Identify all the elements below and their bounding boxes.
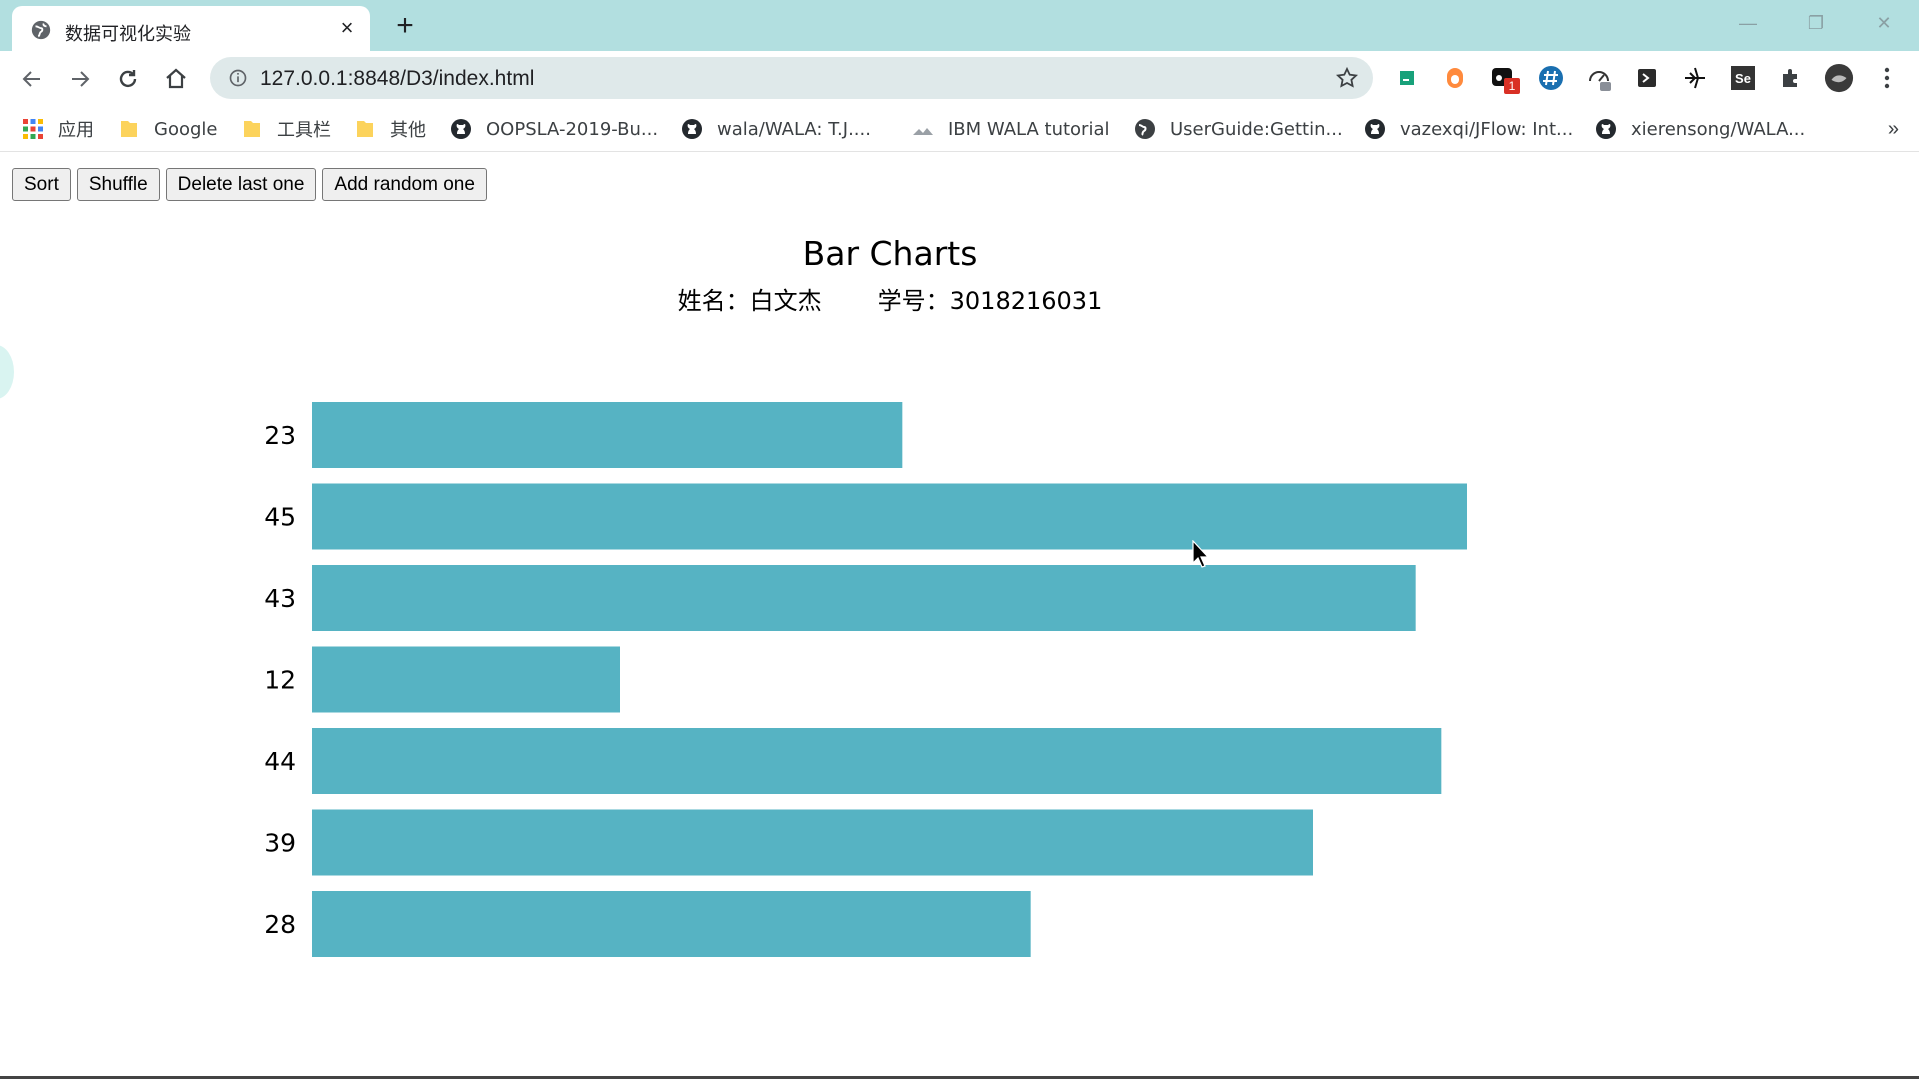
selenium-label: Se [1731,66,1755,90]
bookmark-google[interactable]: Google [118,114,217,144]
github-icon [1365,119,1385,139]
shuffle-button[interactable]: Shuffle [76,168,160,201]
plane-icon[interactable] [1680,63,1710,93]
terminal-icon[interactable] [1632,63,1662,93]
bar-label: 43 [264,584,296,613]
close-tab-icon[interactable]: × [336,17,358,39]
speed-icon[interactable] [1584,63,1614,93]
bookmarks-overflow-button[interactable]: » [1888,118,1899,141]
bar-label: 44 [264,747,296,776]
bookmark-label: UserGuide:Gettin... [1170,118,1343,140]
browser-tab[interactable]: 数据可视化实验 × [12,6,370,51]
notion-icon[interactable]: 1 [1488,63,1520,94]
control-buttons: Sort Shuffle Delete last one Add random … [12,168,487,201]
bookmark-oopsla[interactable]: OOPSLA-2019-Bu... [450,114,658,144]
chart-subtitle: 姓名：白文杰 学号：3018216031 [0,281,1780,316]
folder-icon [357,121,373,137]
bookmark-label: vazexqi/JFlow: Int... [1400,118,1574,140]
github-icon [1596,119,1616,139]
info-icon[interactable] [228,68,248,88]
reload-icon [119,70,137,88]
arrow-right-icon [72,71,90,87]
bookmark-label: 应用 [58,120,94,141]
close-window-button[interactable]: ✕ [1864,8,1904,38]
star-icon[interactable] [1335,66,1359,90]
reload-button[interactable] [112,63,144,95]
bar [312,891,1031,957]
browser-toolbar: 127.0.0.1:8848/D3/index.html 1 Se [0,51,1919,106]
bookmark-label: Google [154,118,218,140]
bar-label: 12 [264,666,296,695]
folder-icon [244,121,260,137]
globe-icon [31,20,51,40]
sort-button[interactable]: Sort [12,168,71,201]
github-icon [682,119,702,139]
chart-title: Bar Charts [802,234,978,273]
bookmark-jflow[interactable]: vazexqi/JFlow: Int... [1364,114,1573,144]
bar-label: 23 [264,421,296,450]
add-random-button[interactable]: Add random one [322,168,487,201]
apps-grid-icon [23,119,43,139]
bar-label: 39 [264,829,296,858]
tab-strip: 数据可视化实验 × + — ❐ ✕ [0,0,1919,51]
bookmark-label: wala/WALA: T.J.... [717,118,871,140]
forward-button[interactable] [64,63,96,95]
bookmark-xierensong[interactable]: xierensong/WALA... [1595,114,1805,144]
profile-avatar[interactable] [1824,63,1854,93]
firefox-style-icon[interactable] [1440,63,1470,93]
url-text: 127.0.0.1:8848/D3/index.html [260,67,535,90]
delete-last-button[interactable]: Delete last one [165,168,317,201]
globe-icon [1135,119,1155,139]
bookmark-wala[interactable]: wala/WALA: T.J.... [681,114,871,144]
mouse-cursor-icon [1192,540,1210,568]
bar [312,483,1467,550]
github-icon [451,119,471,139]
home-button[interactable] [160,63,192,95]
bar [312,809,1313,876]
bar [312,402,903,468]
minimize-button[interactable]: — [1728,8,1768,38]
menu-kebab-icon[interactable] [1872,63,1902,93]
bar [312,728,1442,794]
bookmark-label: xierensong/WALA... [1631,118,1806,140]
hash-icon[interactable] [1536,63,1566,93]
bookmark-label: 其他 [390,120,426,141]
jetbrains-icon[interactable] [1392,63,1422,93]
tab-title: 数据可视化实验 [65,24,191,45]
bookmark-label: IBM WALA tutorial [948,118,1110,140]
bookmarks-bar: 应用 Google 工具栏 其他 OOPSLA-2019-Bu... wala/… [0,106,1919,152]
bar [312,646,620,713]
new-tab-button[interactable]: + [390,11,420,42]
mountain-icon [913,128,933,135]
restore-button[interactable]: ❐ [1796,8,1836,38]
student-name: 姓名：白文杰 [677,287,822,315]
bookmark-toolbar[interactable]: 工具栏 [241,114,331,144]
bookmark-label: 工具栏 [277,120,331,141]
bar-chart: 23 45 43 12 44 39 28 [264,402,1467,957]
selenium-icon[interactable]: Se [1728,63,1758,93]
folder-icon [121,121,137,137]
back-button[interactable] [16,63,48,95]
arrow-left-icon [22,71,40,87]
bookmark-apps[interactable]: 应用 [22,114,94,144]
bookmark-userguide[interactable]: UserGuide:Gettin... [1134,114,1343,144]
student-id: 学号：3018216031 [877,287,1103,315]
bookmark-other[interactable]: 其他 [354,114,426,144]
extension-badge: 1 [1504,78,1520,94]
bar [312,565,1416,631]
bookmark-label: OOPSLA-2019-Bu... [486,118,659,140]
address-bar[interactable]: 127.0.0.1:8848/D3/index.html [210,57,1373,99]
bookmark-ibm-wala[interactable]: IBM WALA tutorial [912,114,1109,144]
home-icon [166,68,186,89]
bar-label: 28 [264,910,296,939]
puzzle-icon[interactable] [1776,63,1806,93]
bar-label: 45 [264,503,296,532]
